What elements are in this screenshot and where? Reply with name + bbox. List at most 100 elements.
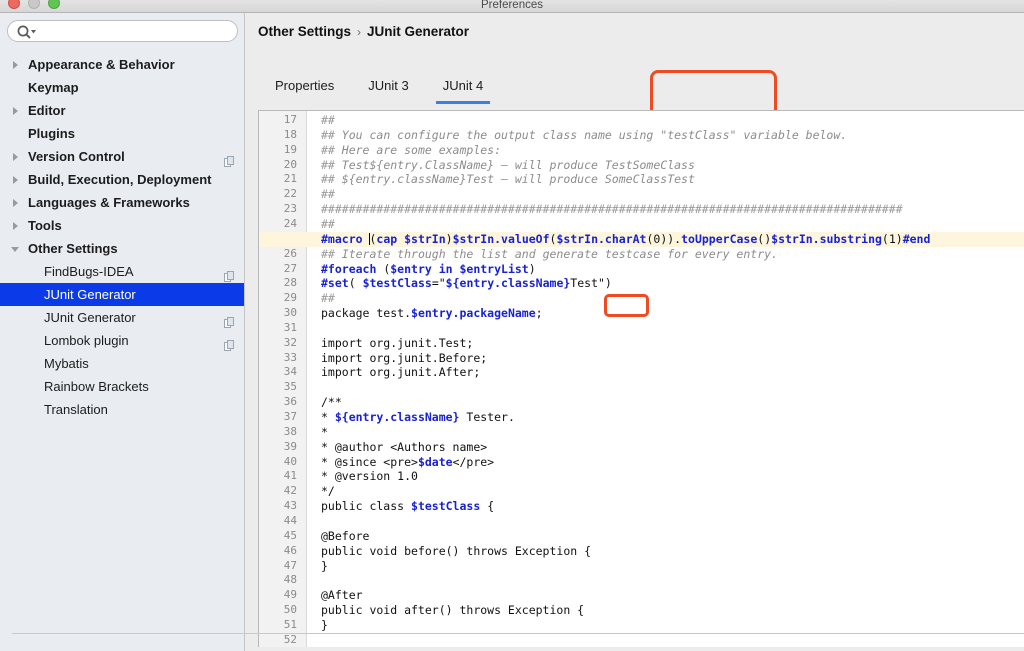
- copy-settings-icon[interactable]: [224, 151, 235, 167]
- code-token: ;: [535, 306, 543, 321]
- line-number: 47: [283, 558, 297, 572]
- line-number: 39: [283, 439, 297, 453]
- sidebar-item-appearance-behavior[interactable]: Appearance & Behavior: [0, 53, 244, 76]
- code-line[interactable]: ## ${entry.className}Test – will produce…: [321, 172, 1024, 187]
- sidebar-item-plugins[interactable]: Plugins: [0, 122, 244, 145]
- code-token: ${entry.className}: [445, 276, 571, 291]
- sidebar-item-mybatis[interactable]: Mybatis: [0, 352, 244, 375]
- sidebar-item-label: Tools: [28, 218, 62, 233]
- tab-properties[interactable]: Properties: [258, 69, 351, 107]
- code-line[interactable]: public void before() throws Exception {: [321, 544, 1024, 559]
- code-line[interactable]: [321, 380, 1024, 395]
- code-line[interactable]: #macro (cap $strIn)$strIn.valueOf($strIn…: [321, 232, 1024, 247]
- line-number: 40: [283, 454, 297, 468]
- chevron-right-icon[interactable]: [13, 153, 18, 161]
- code-line[interactable]: * @author <Authors name>: [321, 440, 1024, 455]
- code-token: @Before: [321, 528, 370, 543]
- code-line[interactable]: *: [321, 425, 1024, 440]
- sidebar-item-rainbow-brackets[interactable]: Rainbow Brackets: [0, 375, 244, 398]
- copy-settings-icon[interactable]: [224, 335, 235, 351]
- sidebar-item-other-settings[interactable]: Other Settings: [0, 237, 244, 260]
- code-token: import org.junit.Before;: [321, 350, 488, 365]
- code-token: *: [321, 410, 335, 424]
- tab-junit-3[interactable]: JUnit 3: [351, 69, 425, 107]
- code-line[interactable]: * @version 1.0: [321, 469, 1024, 484]
- editor-fold-strip: [307, 111, 321, 647]
- code-line[interactable]: [321, 573, 1024, 588]
- code-line[interactable]: #foreach ($entry in $entryList): [321, 262, 1024, 277]
- line-number: 18: [283, 127, 297, 141]
- code-line[interactable]: }: [321, 559, 1024, 574]
- copy-settings-icon[interactable]: [224, 312, 235, 328]
- code-line[interactable]: ## Iterate through the list and generate…: [321, 247, 1024, 262]
- code-line[interactable]: ## You can configure the output class na…: [321, 128, 1024, 143]
- chevron-right-icon[interactable]: [13, 222, 18, 230]
- window-title: Preferences: [480, 0, 543, 11]
- code-line[interactable]: ########################################…: [321, 202, 1024, 217]
- line-number: 19: [283, 142, 297, 156]
- code-line[interactable]: */: [321, 484, 1024, 499]
- code-line[interactable]: ##: [321, 187, 1024, 202]
- code-line[interactable]: @After: [321, 588, 1024, 603]
- code-line[interactable]: /**: [321, 395, 1024, 410]
- code-line[interactable]: import org.junit.Before;: [321, 351, 1024, 366]
- code-token: $strIn.substring: [771, 231, 882, 246]
- chevron-right-icon[interactable]: [13, 61, 18, 69]
- sidebar-item-version-control[interactable]: Version Control: [0, 145, 244, 168]
- sidebar-item-languages-frameworks[interactable]: Languages & Frameworks: [0, 191, 244, 214]
- chevron-right-icon[interactable]: [13, 176, 18, 184]
- code-line[interactable]: }: [321, 618, 1024, 633]
- template-code-editor[interactable]: 1718192021222324252627282930313233343536…: [258, 110, 1024, 647]
- sidebar-item-junit-generator[interactable]: JUnit Generator: [0, 283, 244, 306]
- sidebar-item-label: Keymap: [28, 80, 79, 95]
- code-line[interactable]: public void after() throws Exception {: [321, 603, 1024, 618]
- sidebar-item-lombok-plugin[interactable]: Lombok plugin: [0, 329, 244, 352]
- code-line[interactable]: import org.junit.After;: [321, 365, 1024, 380]
- line-number: 21: [283, 172, 297, 186]
- sidebar-item-editor[interactable]: Editor: [0, 99, 244, 122]
- search-input[interactable]: [40, 21, 232, 41]
- copy-settings-icon[interactable]: [224, 266, 235, 282]
- sidebar-item-junit-generator[interactable]: JUnit Generator: [0, 306, 244, 329]
- code-line[interactable]: ## Here are some examples:: [321, 143, 1024, 158]
- code-token: $strIn.valueOf: [452, 231, 550, 246]
- code-token: ##: [321, 246, 342, 261]
- code-line[interactable]: ##: [321, 217, 1024, 232]
- code-line[interactable]: [321, 514, 1024, 529]
- code-token: $testClass: [362, 276, 432, 291]
- breadcrumb-current: JUnit Generator: [367, 24, 470, 39]
- editor-code-area[interactable]: ## ## You can configure the output class …: [321, 111, 1024, 647]
- sidebar-item-label: JUnit Generator: [44, 287, 136, 302]
- search-box[interactable]: [7, 20, 238, 42]
- code-line[interactable]: ## Test${entry.ClassName} – will produce…: [321, 158, 1024, 173]
- code-line[interactable]: ##: [321, 113, 1024, 128]
- code-line[interactable]: import org.junit.Test;: [321, 336, 1024, 351]
- code-line[interactable]: package test.$entry.packageName;: [321, 306, 1024, 321]
- sidebar-item-build-execution-deployment[interactable]: Build, Execution, Deployment: [0, 168, 244, 191]
- chevron-right-icon[interactable]: [13, 107, 18, 115]
- code-line[interactable]: * @since <pre>$date</pre>: [321, 455, 1024, 470]
- breadcrumb-root[interactable]: Other Settings: [258, 24, 351, 39]
- code-token: ##: [321, 127, 342, 142]
- chevron-right-icon[interactable]: [13, 199, 18, 207]
- line-number: 17: [283, 113, 297, 126]
- code-line[interactable]: @Before: [321, 529, 1024, 544]
- settings-tree: Appearance & Behavior Keymap Editor Plugins…: [0, 53, 244, 421]
- chevron-down-icon[interactable]: [11, 247, 19, 252]
- tab-junit-4[interactable]: JUnit 4: [426, 69, 500, 107]
- tab-label: JUnit 3: [368, 78, 409, 93]
- sidebar-item-tools[interactable]: Tools: [0, 214, 244, 237]
- sidebar-item-translation[interactable]: Translation: [0, 398, 244, 421]
- code-line[interactable]: ##: [321, 291, 1024, 306]
- code-line[interactable]: public class $testClass {: [321, 499, 1024, 514]
- code-token: ##: [321, 157, 342, 172]
- code-line[interactable]: [321, 633, 1024, 647]
- code-line[interactable]: [321, 321, 1024, 336]
- code-token: Tester.: [459, 410, 515, 424]
- code-token: @After: [321, 588, 363, 603]
- code-line[interactable]: #set( $testClass="${entry.className}Test…: [321, 276, 1024, 291]
- sidebar-item-keymap[interactable]: Keymap: [0, 76, 244, 99]
- sidebar-item-findbugs-idea[interactable]: FindBugs-IDEA: [0, 260, 244, 283]
- code-token: }: [321, 617, 328, 632]
- code-line[interactable]: * ${entry.className} Tester.: [321, 410, 1024, 425]
